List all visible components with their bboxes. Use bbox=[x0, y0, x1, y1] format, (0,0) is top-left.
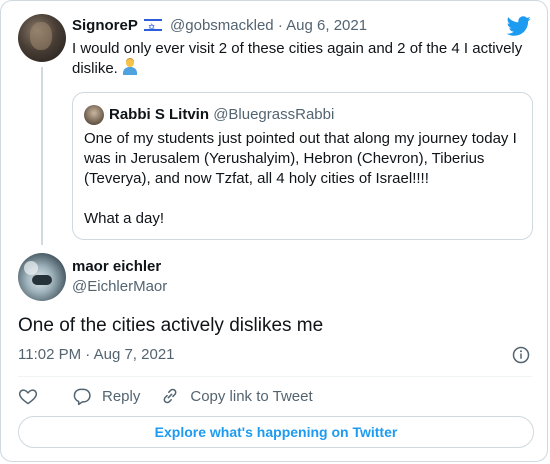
tweet-time: 11:02 PM bbox=[18, 346, 82, 363]
copy-link-button[interactable]: Copy link to Tweet bbox=[160, 386, 313, 406]
like-button[interactable] bbox=[18, 386, 38, 406]
main-tweet-text: One of the cities actively dislikes me bbox=[18, 315, 324, 336]
parent-tweet-text-content: I would only ever visit 2 of these citie… bbox=[72, 40, 523, 77]
avatar-signorep[interactable] bbox=[18, 14, 66, 62]
quoted-handle: @BluegrassRabbi bbox=[213, 106, 335, 123]
tweet-date: Aug 7, 2021 bbox=[93, 346, 175, 363]
heart-icon bbox=[18, 389, 38, 405]
twitter-bird-icon[interactable] bbox=[507, 14, 531, 38]
main-display-name[interactable]: maor eichler bbox=[72, 257, 161, 277]
reply-label: Reply bbox=[102, 387, 141, 405]
quoted-tweet-text: One of my students just pointed out that… bbox=[84, 130, 517, 227]
info-icon[interactable] bbox=[512, 346, 530, 364]
tweet-actions: Reply Copy link to Tweet bbox=[18, 385, 333, 407]
parent-tweet-text: I would only ever visit 2 of these citie… bbox=[72, 39, 532, 79]
parent-date[interactable]: Aug 6, 2021 bbox=[286, 17, 367, 34]
parent-tweet-header: SignoreP @gobsmackled · Aug 6, 2021 bbox=[72, 16, 367, 37]
quoted-tweet[interactable]: Rabbi S Litvin @BluegrassRabbi One of my… bbox=[72, 92, 533, 240]
israel-flag-icon bbox=[143, 17, 162, 37]
actions-divider bbox=[18, 376, 532, 377]
tweet-embed-card: SignoreP @gobsmackled · Aug 6, 2021 I wo… bbox=[0, 0, 548, 462]
quoted-display-name: Rabbi S Litvin bbox=[109, 106, 210, 123]
person-shrugging-emoji bbox=[122, 58, 138, 75]
avatar-rabbi-litvin bbox=[84, 105, 104, 125]
thread-connector-line bbox=[41, 67, 43, 245]
link-icon bbox=[163, 388, 177, 404]
timestamp-separator: · bbox=[85, 346, 91, 363]
quoted-tweet-header: Rabbi S Litvin @BluegrassRabbi bbox=[109, 105, 334, 125]
date-separator: · bbox=[277, 17, 283, 34]
reply-icon bbox=[73, 388, 91, 406]
avatar-maor-eichler[interactable] bbox=[18, 253, 66, 301]
copy-link-label: Copy link to Tweet bbox=[190, 387, 313, 405]
parent-handle[interactable]: @gobsmackled bbox=[170, 17, 274, 34]
reply-button[interactable]: Reply bbox=[72, 386, 140, 406]
main-tweet-timestamp[interactable]: 11:02 PM · Aug 7, 2021 bbox=[18, 345, 175, 365]
main-handle[interactable]: @EichlerMaor bbox=[72, 277, 167, 297]
explore-twitter-button[interactable]: Explore what's happening on Twitter bbox=[18, 416, 534, 448]
parent-display-name[interactable]: SignoreP bbox=[72, 17, 138, 34]
